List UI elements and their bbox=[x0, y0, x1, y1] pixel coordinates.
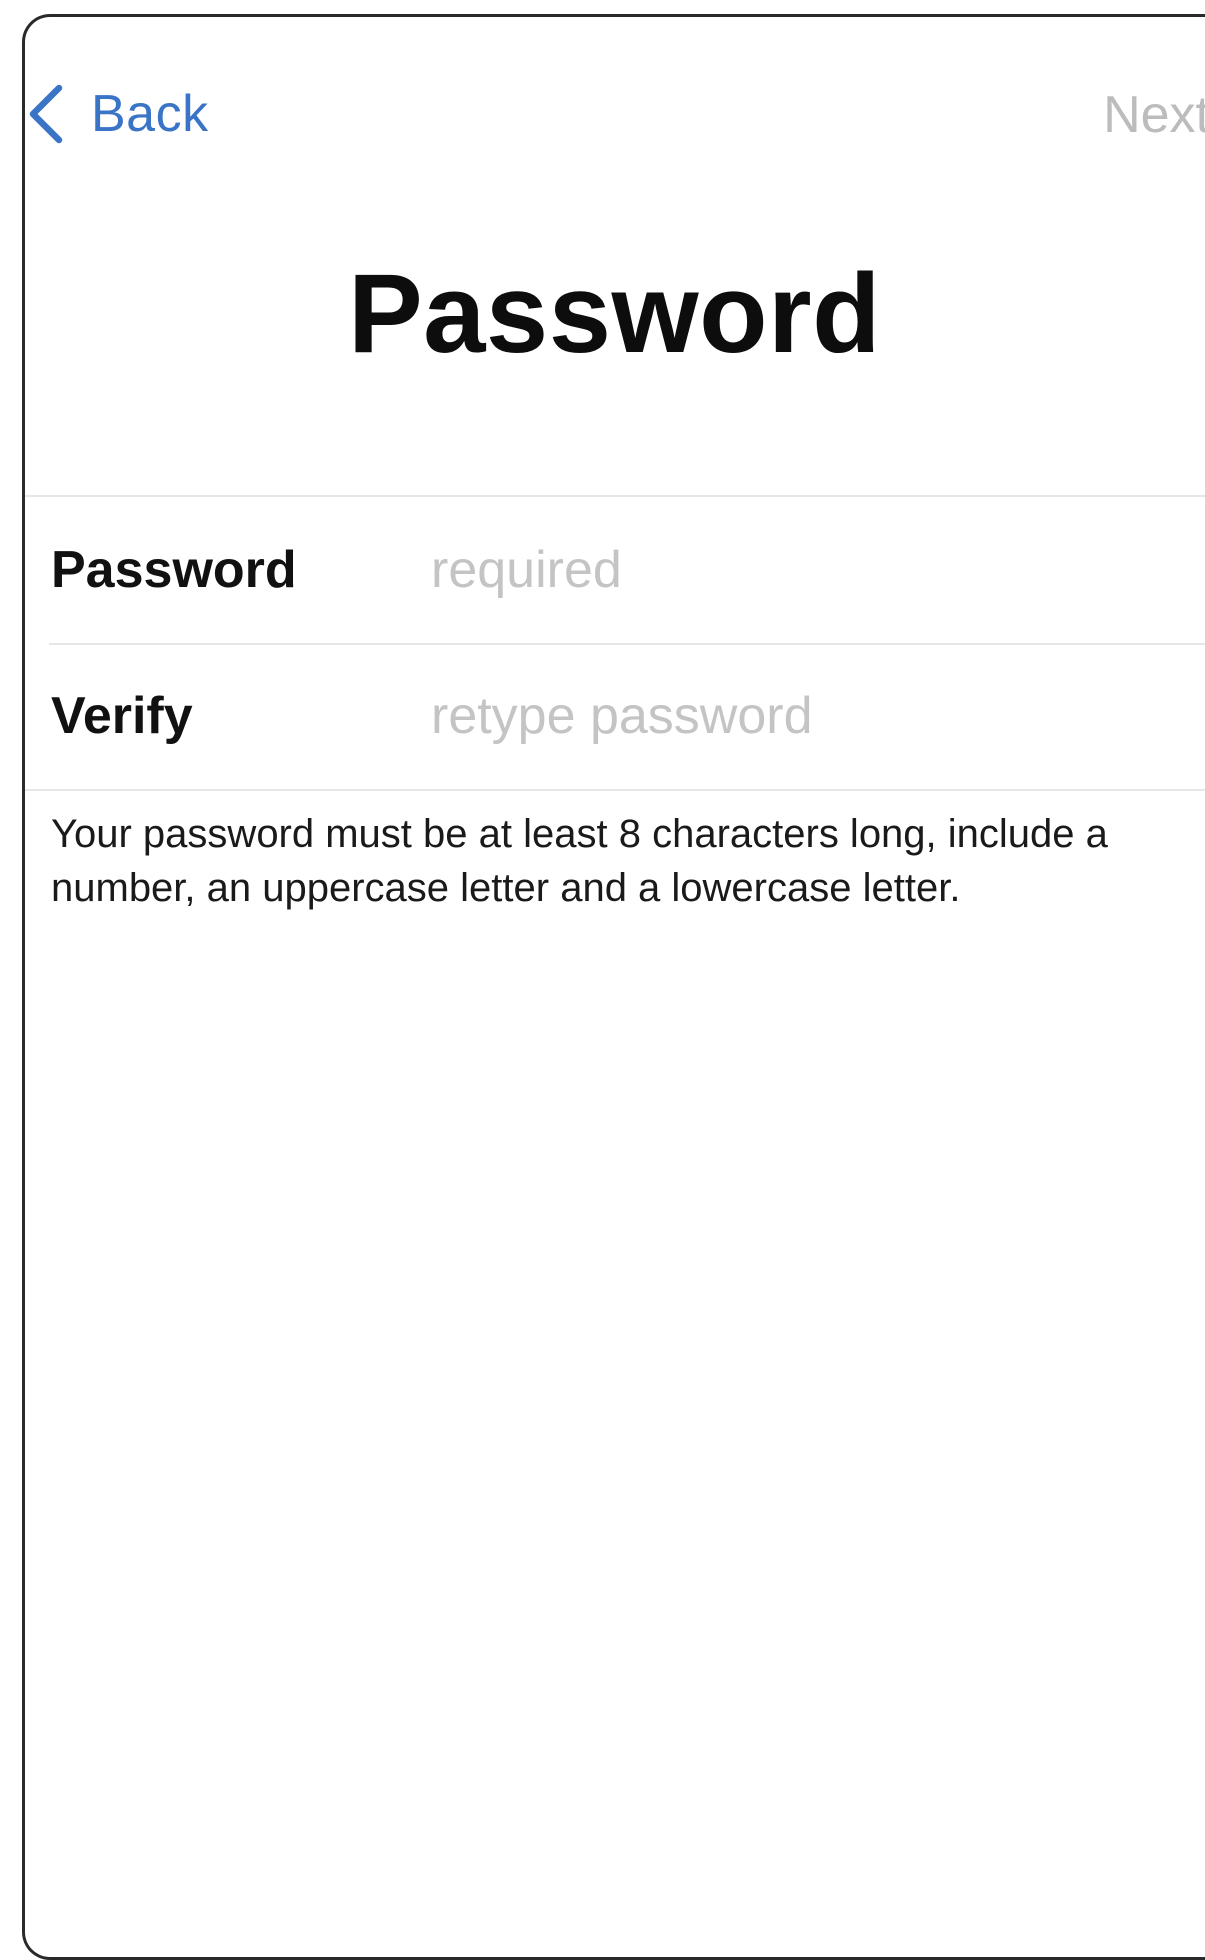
verify-label: Verify bbox=[51, 687, 193, 745]
password-requirements-text: Your password must be at least 8 charact… bbox=[51, 812, 1108, 910]
password-input[interactable] bbox=[431, 540, 1202, 600]
chevron-left-icon bbox=[27, 84, 63, 144]
back-button[interactable]: Back bbox=[27, 79, 209, 149]
verify-password-input[interactable] bbox=[431, 686, 1202, 746]
next-button[interactable]: Next bbox=[1103, 85, 1205, 145]
device-screen: Back Next Password Password Verify Your … bbox=[22, 14, 1205, 1960]
password-row: Password bbox=[25, 497, 1205, 643]
page-title: Password bbox=[347, 251, 882, 376]
password-label: Password bbox=[51, 541, 297, 599]
password-form: Password Verify bbox=[25, 495, 1205, 791]
navigation-bar: Back Next bbox=[25, 17, 1205, 187]
back-label: Back bbox=[91, 85, 209, 143]
verify-row: Verify bbox=[25, 643, 1205, 789]
